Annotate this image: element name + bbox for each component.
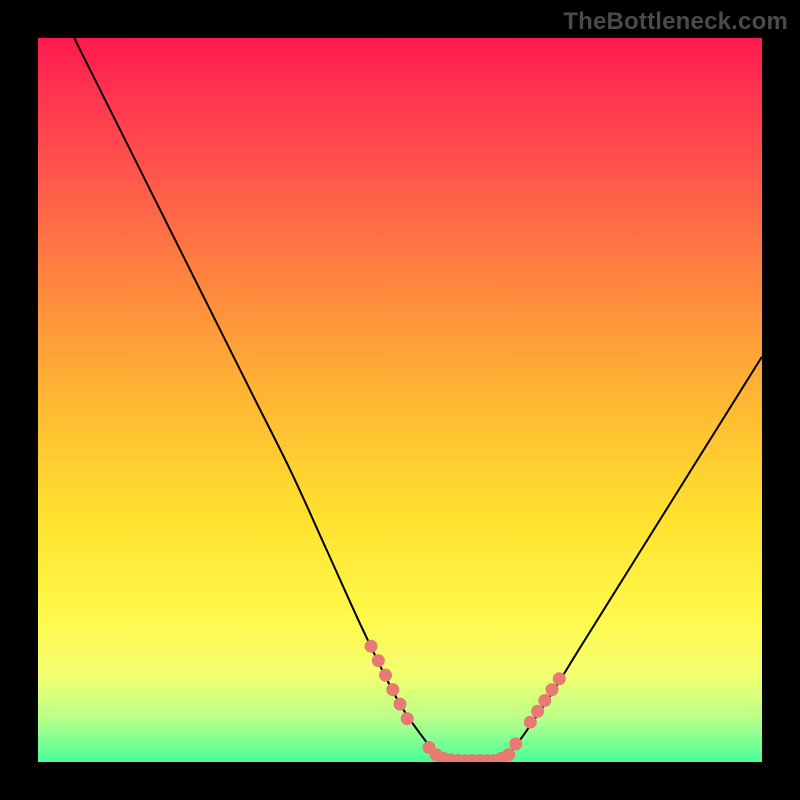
highlight-marker <box>531 705 544 718</box>
watermark-text: TheBottleneck.com <box>563 8 788 36</box>
highlight-marker <box>401 712 414 725</box>
highlight-marker <box>372 654 385 667</box>
plot-area <box>38 38 762 762</box>
highlight-marker <box>502 748 515 761</box>
highlight-marker <box>553 672 566 685</box>
highlight-marker <box>538 694 551 707</box>
chart-svg <box>38 38 762 762</box>
highlight-marker <box>365 640 378 653</box>
highlight-marker <box>386 683 399 696</box>
highlight-marker <box>379 669 392 682</box>
bottleneck-curve-path <box>74 38 762 762</box>
highlight-marker-group <box>365 640 566 762</box>
chart-frame: TheBottleneck.com <box>0 0 800 800</box>
highlight-marker <box>524 716 537 729</box>
highlight-marker <box>394 698 407 711</box>
highlight-marker <box>509 737 522 750</box>
highlight-marker <box>546 683 559 696</box>
